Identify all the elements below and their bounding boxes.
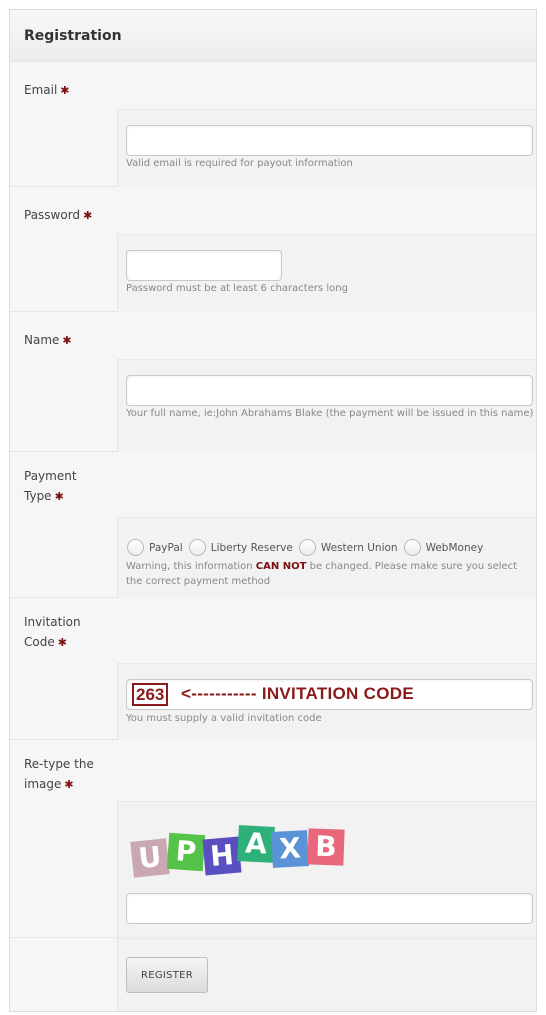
invitation-row: Invitation Code ✱ 263 <----------- INVITA… <box>10 598 536 740</box>
required-icon: ✱ <box>83 209 93 222</box>
name-row: Name ✱ Your full name, ie:John Abrahams B… <box>10 312 536 452</box>
register-button[interactable]: REGISTER <box>126 957 208 993</box>
radio-icon[interactable] <box>298 539 316 556</box>
payment-field-area: PayPal Liberty Reserve Western Union Web… <box>117 517 536 598</box>
payment-option-paypal[interactable]: PayPal <box>127 539 183 556</box>
captcha-field-area: U P H A X B <box>117 801 536 938</box>
radio-icon[interactable] <box>188 539 206 556</box>
submit-area: REGISTER <box>117 938 536 1011</box>
radio-icon[interactable] <box>127 539 144 556</box>
radio-icon[interactable] <box>403 539 421 556</box>
password-row: Password ✱ Password must be at least 6 ch… <box>10 187 536 312</box>
name-hint: Your full name, ie:John Abrahams Blake (… <box>126 408 534 419</box>
email-hint: Valid email is required for payout infor… <box>126 158 353 169</box>
password-field-area: Password must be at least 6 characters l… <box>117 234 536 312</box>
payment-option-western-union[interactable]: Western Union <box>298 539 398 556</box>
option-label: Western Union <box>320 541 398 554</box>
password-input[interactable] <box>126 250 282 281</box>
form-title: Registration <box>24 28 122 44</box>
captcha-letter: H <box>202 836 242 876</box>
captcha-letter: A <box>237 825 275 863</box>
email-field-area: Valid email is required for payout infor… <box>117 109 536 187</box>
invitation-input[interactable]: 263 <----------- INVITATION CODE <box>126 679 533 710</box>
option-label: Liberty Reserve <box>210 541 293 554</box>
invitation-hint: You must supply a valid invitation code <box>126 713 322 724</box>
captcha-label-line2: image <box>24 777 62 791</box>
email-row: Email ✱ Valid email is required for payou… <box>10 62 536 187</box>
required-icon: ✱ <box>62 334 72 347</box>
captcha-input[interactable] <box>126 893 533 924</box>
submit-row: REGISTER <box>10 938 536 1011</box>
registration-panel: Registration Email ✱ Valid email is requi… <box>9 9 537 1012</box>
password-hint: Password must be at least 6 characters l… <box>126 283 348 294</box>
payment-option-liberty-reserve[interactable]: Liberty Reserve <box>188 539 293 556</box>
required-icon: ✱ <box>64 778 74 791</box>
invitation-label-line2: Code <box>24 635 55 649</box>
payment-warning: Warning, this information CAN NOT be cha… <box>126 561 518 587</box>
email-label: Email <box>24 83 58 97</box>
invitation-code-annotation: <----------- INVITATION CODE <box>181 684 414 703</box>
panel-header: Registration <box>10 10 536 62</box>
name-label: Name <box>24 333 60 347</box>
captcha-image: U P H A X B <box>130 825 352 884</box>
password-label: Password <box>24 208 81 222</box>
invitation-field-area: 263 <----------- INVITATION CODE You mus… <box>117 663 536 740</box>
required-icon: ✱ <box>57 636 67 649</box>
email-input[interactable] <box>126 125 533 156</box>
payment-label-line2: Type <box>24 489 52 503</box>
captcha-letter: X <box>271 830 309 868</box>
invitation-code-value: 263 <box>132 683 169 706</box>
payment-row: Payment Type ✱ PayPal Liberty Reserve Wes… <box>10 452 536 598</box>
name-field-area: Your full name, ie:John Abrahams Blake (… <box>117 359 536 452</box>
payment-options: PayPal Liberty Reserve Western Union Web… <box>127 539 489 556</box>
payment-option-webmoney[interactable]: WebMoney <box>403 539 484 556</box>
name-input[interactable] <box>126 375 533 406</box>
required-icon: ✱ <box>54 490 64 503</box>
captcha-letter: P <box>166 832 206 872</box>
option-label: WebMoney <box>425 541 484 554</box>
payment-label-line1: Payment <box>24 469 77 483</box>
captcha-letter: B <box>307 828 345 866</box>
captcha-label-line1: Re-type the <box>24 757 94 771</box>
captcha-row: Re-type the image ✱ U P H A X B <box>10 740 536 938</box>
option-label: PayPal <box>149 541 183 554</box>
invitation-label-line1: Invitation <box>24 615 81 629</box>
captcha-letter: U <box>130 838 170 878</box>
required-icon: ✱ <box>60 84 70 97</box>
